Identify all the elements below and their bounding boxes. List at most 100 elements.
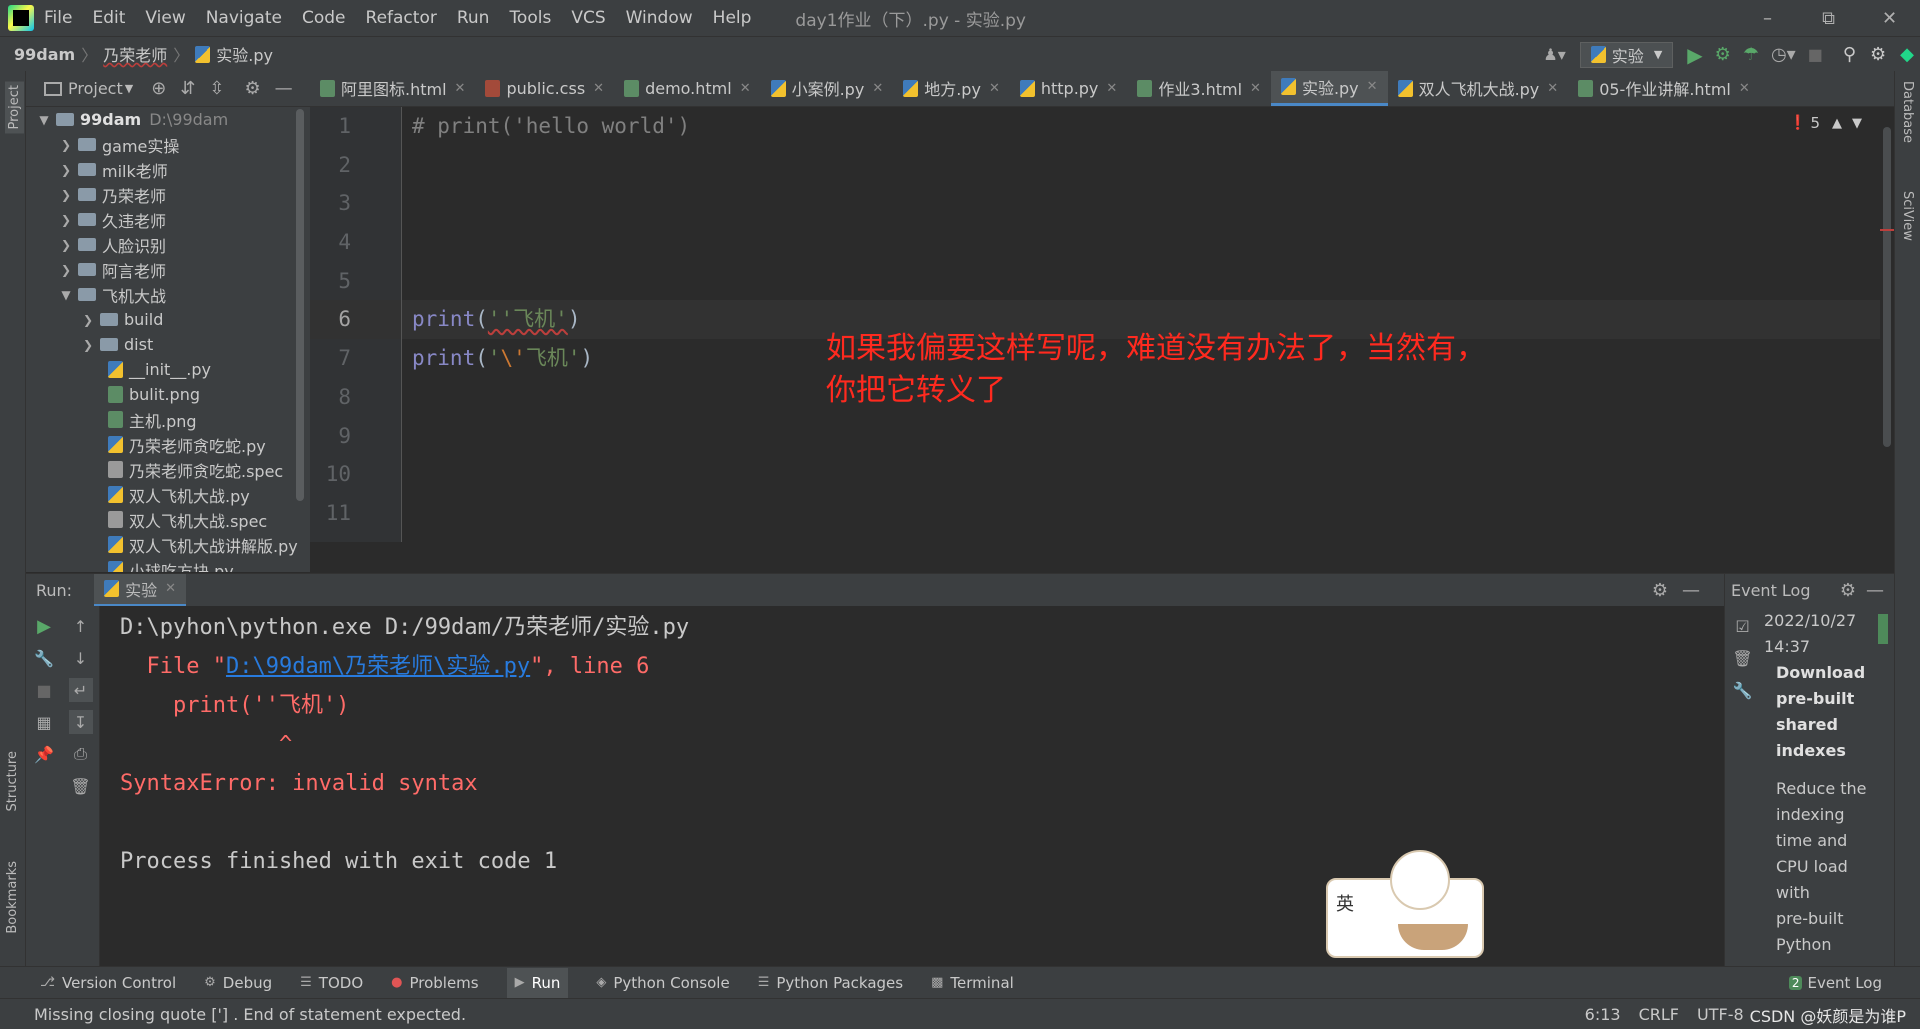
layout-icon[interactable]: ▦ <box>32 710 56 734</box>
scroll-thumb[interactable] <box>1883 127 1891 447</box>
tab-ali-icons-html[interactable]: 阿里图标.html ✕ <box>310 71 475 106</box>
tree-item[interactable]: 乃荣老师贪吃蛇.py <box>26 432 310 457</box>
project-view-select[interactable]: Project <box>68 79 123 98</box>
close-icon[interactable]: ✕ <box>593 81 604 96</box>
tab-experiment-py[interactable]: 实验.py ✕ <box>1270 71 1388 106</box>
tree-item[interactable]: ❯ game实操 <box>26 132 310 157</box>
close-icon[interactable]: ✕ <box>740 81 751 96</box>
collapse-all-icon[interactable]: ⇳ <box>209 78 224 99</box>
chevron-right-icon[interactable]: ❯ <box>58 138 74 152</box>
settings-icon[interactable]: ⚙ <box>1870 44 1886 65</box>
close-icon[interactable]: ✕ <box>1859 0 1920 36</box>
mark-read-icon[interactable]: ☑ <box>1731 614 1755 638</box>
tab-plane-war-py[interactable]: 双人飞机大战.py ✕ <box>1388 71 1569 106</box>
project-scrollbar[interactable] <box>296 109 304 501</box>
jetbrains-logo-icon[interactable]: ◆ <box>1900 44 1914 65</box>
tree-item[interactable]: ▼ 飞机大战 <box>26 282 310 307</box>
tree-item[interactable]: bulit.png <box>26 382 310 407</box>
tree-item[interactable]: 双人飞机大战.py <box>26 482 310 507</box>
chevron-right-icon[interactable]: ❯ <box>58 238 74 252</box>
trash-icon[interactable]: 🗑 <box>69 774 93 798</box>
stop-icon[interactable]: ■ <box>1808 45 1823 64</box>
problems-button[interactable]: ● Problems <box>391 974 478 992</box>
menu-help[interactable]: Help <box>713 8 752 28</box>
tree-item[interactable]: 双人飞机大战讲解版.py <box>26 532 310 557</box>
gear-icon[interactable]: ⚙ <box>1840 580 1856 601</box>
code-line[interactable]: # print('hello world') <box>402 107 1880 146</box>
stop-icon[interactable]: ■ <box>32 678 56 702</box>
chevron-up-icon[interactable]: ▲ <box>1832 116 1842 131</box>
rerun-icon[interactable]: ▶ <box>32 614 56 638</box>
tab-homework3-html[interactable]: 作业3.html ✕ <box>1127 71 1271 106</box>
close-icon[interactable]: ✕ <box>872 81 883 96</box>
debug-button[interactable]: ⚙ Debug <box>204 974 272 992</box>
code-editor[interactable]: # print('hello world') print(''飞机') prin… <box>402 107 1880 542</box>
menu-refactor[interactable]: Refactor <box>366 8 437 28</box>
menu-run[interactable]: Run <box>457 8 490 28</box>
menu-vcs[interactable]: VCS <box>571 8 605 28</box>
debug-icon[interactable]: ⚙ <box>1715 44 1731 65</box>
wrench-icon[interactable]: 🔧 <box>1731 678 1755 702</box>
soft-wrap-icon[interactable]: ↵ <box>68 678 93 702</box>
error-stripe-marker[interactable] <box>1880 229 1894 231</box>
file-link[interactable]: D:\99dam\乃荣老师\实验.py <box>226 654 530 679</box>
bookmarks-tool-button[interactable]: Bookmarks <box>5 861 20 934</box>
close-icon[interactable]: ✕ <box>1367 79 1378 94</box>
tab-homework-explain-html[interactable]: 05-作业讲解.html ✕ <box>1568 71 1760 106</box>
menu-code[interactable]: Code <box>302 8 346 28</box>
print-icon[interactable]: ⎙ <box>69 742 93 766</box>
tab-public-css[interactable]: public.css ✕ <box>475 71 614 106</box>
search-icon[interactable]: ⚲ <box>1843 44 1856 65</box>
tree-item[interactable]: 乃荣老师贪吃蛇.spec <box>26 457 310 482</box>
close-icon[interactable]: ✕ <box>1739 81 1750 96</box>
menu-tools[interactable]: Tools <box>509 8 551 28</box>
code-line[interactable] <box>402 494 1880 533</box>
scroll-to-end-icon[interactable]: ↧ <box>68 710 93 734</box>
close-icon[interactable]: ✕ <box>165 581 176 596</box>
menu-file[interactable]: File <box>44 8 72 28</box>
tree-item[interactable]: ❯ milk老师 <box>26 157 310 182</box>
tab-place-py[interactable]: 地方.py ✕ <box>893 71 1010 106</box>
coverage-icon[interactable]: ☂ <box>1743 44 1759 65</box>
todo-button[interactable]: ☰ TODO <box>300 974 363 992</box>
breadcrumb-root[interactable]: 99dam <box>14 45 75 64</box>
close-icon[interactable]: ✕ <box>455 81 466 96</box>
locate-icon[interactable]: ⊕ <box>151 78 166 99</box>
run-tab[interactable]: 实验 ✕ <box>94 573 186 607</box>
code-line[interactable] <box>402 223 1880 262</box>
chevron-right-icon[interactable]: ❯ <box>58 163 74 177</box>
run-configuration-select[interactable]: 实验 ▼ <box>1579 41 1674 68</box>
tab-http-py[interactable]: http.py ✕ <box>1010 71 1127 106</box>
expand-all-icon[interactable]: ⇵ <box>180 78 195 99</box>
run-button[interactable]: ▶ Run <box>506 967 569 998</box>
tree-item[interactable]: ❯ 阿言老师 <box>26 257 310 282</box>
code-line[interactable] <box>402 146 1880 185</box>
wrench-icon[interactable]: 🔧 <box>32 646 56 670</box>
expand-arrow-icon[interactable]: ▼ <box>36 113 52 127</box>
tree-item[interactable]: 主机.png <box>26 407 310 432</box>
editor-scrollbar[interactable] <box>1880 107 1894 542</box>
chevron-down-icon[interactable]: ▼ <box>1852 116 1862 131</box>
hide-icon[interactable]: — <box>275 78 293 99</box>
tree-item[interactable]: __init__.py <box>26 357 310 382</box>
tree-item[interactable]: ❯ 久违老师 <box>26 207 310 232</box>
tab-demo-html[interactable]: demo.html ✕ <box>614 71 761 106</box>
tree-item[interactable]: ❯ 人脸识别 <box>26 232 310 257</box>
gear-icon[interactable]: ⚙ <box>245 78 261 99</box>
chevron-right-icon[interactable]: ❯ <box>58 213 74 227</box>
menu-edit[interactable]: Edit <box>92 8 125 28</box>
tree-item[interactable]: ❯ 乃荣老师 <box>26 182 310 207</box>
database-tool-button[interactable]: Database <box>1900 81 1915 143</box>
line-separator[interactable]: CRLF <box>1639 1005 1679 1024</box>
arrow-up-icon[interactable]: ↑ <box>69 614 93 638</box>
code-line[interactable] <box>402 455 1880 494</box>
chevron-right-icon[interactable]: ❯ <box>80 338 96 352</box>
tree-root[interactable]: ▼ 99dam D:\99dam <box>26 107 310 132</box>
user-icon[interactable]: ♟▾ <box>1543 45 1565 64</box>
close-icon[interactable]: ✕ <box>1250 81 1261 96</box>
chevron-right-icon[interactable]: ❯ <box>58 188 74 202</box>
caret-position[interactable]: 6:13 <box>1585 1005 1621 1024</box>
menu-navigate[interactable]: Navigate <box>206 8 282 28</box>
inspection-widget[interactable]: ❗ 5 ▲ ▼ <box>1789 114 1862 132</box>
close-icon[interactable]: ✕ <box>1547 81 1558 96</box>
